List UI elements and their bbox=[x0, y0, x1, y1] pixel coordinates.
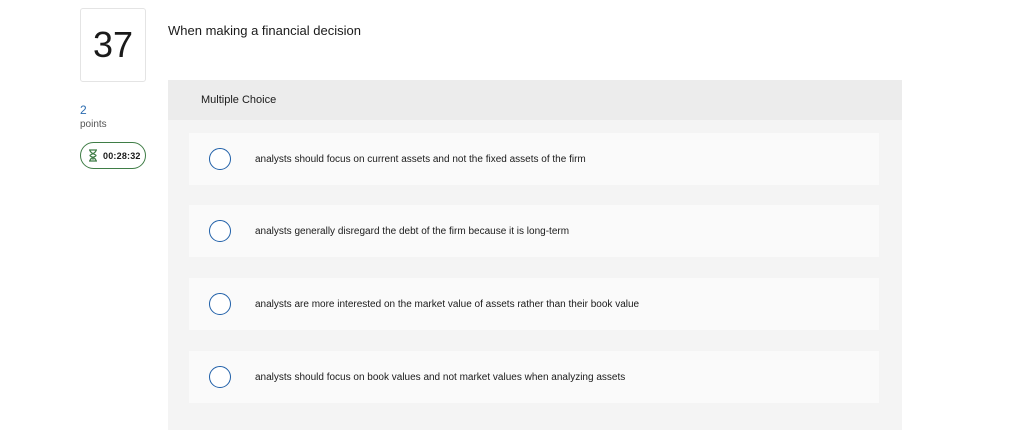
radio-button[interactable] bbox=[209, 293, 231, 315]
timer-text: 00:28:32 bbox=[103, 150, 141, 161]
points-value: 2 bbox=[80, 103, 87, 117]
radio-button[interactable] bbox=[209, 220, 231, 242]
multiple-choice-header: Multiple Choice bbox=[168, 80, 902, 120]
radio-button[interactable] bbox=[209, 366, 231, 388]
choice-option[interactable]: analysts should focus on current assets … bbox=[189, 133, 879, 185]
question-number-box: 37 bbox=[80, 8, 146, 82]
multiple-choice-title: Multiple Choice bbox=[201, 94, 277, 106]
question-number: 37 bbox=[92, 24, 134, 65]
choice-label: analysts should focus on book values and… bbox=[255, 371, 626, 383]
choice-option[interactable]: analysts are more interested on the mark… bbox=[189, 278, 879, 330]
multiple-choice-panel: Multiple Choice analysts should focus on… bbox=[168, 80, 902, 430]
choice-label: analysts are more interested on the mark… bbox=[255, 298, 640, 310]
choice-label: analysts should focus on current assets … bbox=[255, 153, 586, 165]
choice-label: analysts generally disregard the debt of… bbox=[255, 225, 570, 237]
points-label: points bbox=[80, 119, 107, 130]
choice-option[interactable]: analysts generally disregard the debt of… bbox=[189, 205, 879, 257]
radio-button[interactable] bbox=[209, 148, 231, 170]
choice-option[interactable]: analysts should focus on book values and… bbox=[189, 351, 879, 403]
question-prompt: When making a financial decision bbox=[168, 23, 361, 38]
hourglass-icon bbox=[89, 149, 97, 162]
timer-badge[interactable]: 00:28:32 bbox=[80, 142, 146, 169]
